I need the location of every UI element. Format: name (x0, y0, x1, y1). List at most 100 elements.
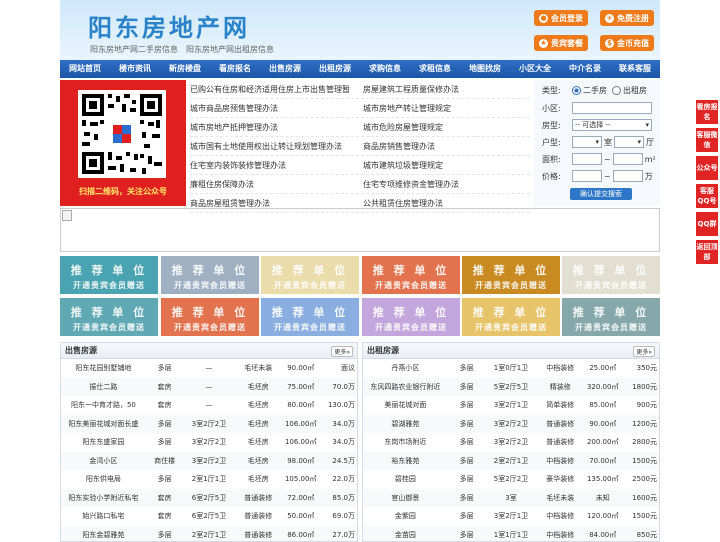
listing-row[interactable]: 振仕二路套房—毛坯房75.00㎡70.0万 (61, 378, 357, 397)
login-button[interactable]: ●会员登录 (534, 10, 588, 26)
listing-title[interactable]: 东风四路农业银行附近 (363, 382, 448, 392)
housetype-select[interactable]: -- 可选择 --▾ (572, 119, 652, 131)
room-select[interactable]: ▾ (572, 136, 602, 148)
listing-title[interactable]: 金湾小区 (61, 456, 146, 466)
listing-row[interactable]: 丹燕小区多层1室0厅1卫中档装修25.00㎡350元 (363, 359, 659, 378)
policy-link[interactable]: 廉租住房保障办法 (190, 179, 357, 190)
nav-news[interactable]: 楼市资讯 (110, 60, 160, 78)
ad-slot[interactable]: 推 荐 单 位开通贵宾会员赠送 (60, 298, 158, 336)
policy-link[interactable]: 住宅专项维修资金管理办法 (357, 179, 530, 190)
header-sub-sale[interactable]: 阳东房地产网二手房信息 (90, 44, 178, 55)
policy-link[interactable]: 城市建筑垃圾管理规定 (357, 160, 530, 171)
listing-row[interactable]: 东岗市场附近多层3室2厅2卫普通装修200.00㎡2800元 (363, 433, 659, 452)
listing-title[interactable]: 阳东实验小学附近私宅 (61, 493, 146, 503)
policy-link[interactable]: 城市房地产抵押管理办法 (190, 122, 357, 133)
sale-more-link[interactable]: 更多» (331, 346, 353, 357)
nav-communities[interactable]: 小区大全 (510, 60, 560, 78)
listing-title[interactable]: 始兴路口私宅 (61, 511, 146, 521)
community-input[interactable] (572, 102, 652, 114)
float-service-qq[interactable]: 客服QQ号 (696, 184, 718, 208)
nav-agencies[interactable]: 中介名录 (560, 60, 610, 78)
coin-recharge-button[interactable]: $金币充值 (600, 35, 654, 51)
policy-link[interactable]: 公共租赁住房管理办法 (357, 198, 530, 209)
listing-title[interactable]: 裕东雅苑 (363, 456, 448, 466)
radio-rental[interactable]: 出租房 (612, 85, 647, 96)
ad-slot[interactable]: 推 荐 单 位开通贵宾会员赠送 (562, 298, 660, 336)
policy-link[interactable]: 商品房屋租赁管理办法 (190, 198, 357, 209)
listing-row[interactable]: 阳东花园别墅铺地多层—毛坯未装90.00㎡面议 (61, 359, 357, 378)
ad-slot[interactable]: 推 荐 单 位开通贵宾会员赠送 (161, 256, 259, 294)
listing-title[interactable]: 阳东东盛家园 (61, 437, 146, 447)
listing-row[interactable]: 阳东一中育才路，50套房—毛坯房80.00㎡130.0万 (61, 396, 357, 415)
listing-title[interactable]: 碧桂园 (363, 474, 448, 484)
ad-slot[interactable]: 推 荐 单 位开通贵宾会员赠送 (362, 298, 460, 336)
listing-title[interactable]: 阳东美丽花城对面长盛 (61, 419, 146, 429)
policy-link[interactable]: 商品房销售管理办法 (357, 141, 530, 152)
listing-title[interactable]: 美丽花城对面 (363, 400, 448, 410)
listing-title[interactable]: 阳东供电局 (61, 474, 146, 484)
ad-slot[interactable]: 推 荐 单 位开通贵宾会员赠送 (60, 256, 158, 294)
area-max-input[interactable] (613, 153, 643, 165)
nav-new-homes[interactable]: 新房楼盘 (160, 60, 210, 78)
listing-row[interactable]: 阳东美丽花城对面长盛多层3室2厅2卫毛坯房106.00㎡34.0万 (61, 415, 357, 434)
nav-for-sale[interactable]: 出售房源 (260, 60, 310, 78)
price-min-input[interactable] (572, 170, 602, 182)
policy-link[interactable]: 城市商品房预售管理办法 (190, 103, 357, 114)
listing-row[interactable]: 官山御景多层3室毛坯未装未知1600元 (363, 489, 659, 508)
listing-row[interactable]: 碧桂园多层5室2厅2卫豪华装修135.00㎡2500元 (363, 470, 659, 489)
nav-home[interactable]: 网站首页 (60, 60, 110, 78)
listing-row[interactable]: 碧湖雅苑多层3室2厅2卫普通装修90.00㎡1200元 (363, 415, 659, 434)
area-min-input[interactable] (572, 153, 602, 165)
nav-wanted-buy[interactable]: 求购信息 (360, 60, 410, 78)
listing-title[interactable]: 东岗市场附近 (363, 437, 448, 447)
nav-wanted-rent[interactable]: 求租信息 (410, 60, 460, 78)
hall-select[interactable]: ▾ (614, 136, 644, 148)
search-submit-button[interactable]: 确认提交搜索 (570, 188, 632, 200)
float-qq-group[interactable]: QQ群 (696, 212, 718, 236)
listing-row[interactable]: 阳东实验小学附近私宅套房6室2厅5卫普通装修72.00㎡85.0万 (61, 489, 357, 508)
listing-row[interactable]: 美丽花城对面多层3室2厅1卫简单装修85.00㎡900元 (363, 396, 659, 415)
site-logo[interactable]: 阳东房地产网 (88, 8, 250, 43)
listing-row[interactable]: 金湾小区商住楼3室2厅2卫毛坯房98.00㎡24.5万 (61, 452, 357, 471)
ad-slot[interactable]: 推 荐 单 位开通贵宾会员赠送 (261, 256, 359, 294)
nav-customer-service[interactable]: 联系客服 (610, 60, 660, 78)
register-button[interactable]: +免费注册 (600, 10, 654, 26)
float-viewing-signup[interactable]: 看房报名 (696, 100, 718, 124)
header-sub-rent[interactable]: 阳东房地产网出租房信息 (186, 44, 274, 55)
listing-title[interactable]: 碧湖雅苑 (363, 419, 448, 429)
float-official-account[interactable]: 公众号 (696, 156, 718, 180)
radio-second-hand[interactable]: 二手房 (572, 85, 607, 96)
listing-row[interactable]: 阳东供电局多层2室1厅1卫毛坯房105.00㎡22.0万 (61, 470, 357, 489)
nav-map-search[interactable]: 地图找房 (460, 60, 510, 78)
listing-title[interactable]: 金苗园 (363, 530, 448, 540)
ad-slot[interactable]: 推 荐 单 位开通贵宾会员赠送 (462, 298, 560, 336)
listing-title[interactable]: 金紫园 (363, 511, 448, 521)
nav-viewing-signup[interactable]: 看房报名 (210, 60, 260, 78)
float-back-to-top[interactable]: 返回顶部 (696, 240, 718, 264)
listing-row[interactable]: 阳东东盛家园多层3室2厅2卫毛坯房106.00㎡34.0万 (61, 433, 357, 452)
policy-link[interactable]: 房屋建筑工程质量保修办法 (357, 84, 530, 95)
policy-link[interactable]: 城市国有土地使用权出让转让规划管理办法 (190, 141, 357, 152)
policy-link[interactable]: 城市危险房屋管理规定 (357, 122, 530, 133)
listing-row[interactable]: 金紫园多层3室2厅1卫中档装修120.00㎡1500元 (363, 507, 659, 526)
policy-link[interactable]: 住宅室内装饰装修管理办法 (190, 160, 357, 171)
ad-slot[interactable]: 推 荐 单 位开通贵宾会员赠送 (562, 256, 660, 294)
ad-slot[interactable]: 推 荐 单 位开通贵宾会员赠送 (362, 256, 460, 294)
policy-link[interactable]: 城市房地产转让管理规定 (357, 103, 530, 114)
rent-more-link[interactable]: 更多» (633, 346, 655, 357)
listing-row[interactable]: 裕东雅苑多层2室2厅1卫中档装修70.00㎡1500元 (363, 452, 659, 471)
ad-slot[interactable]: 推 荐 单 位开通贵宾会员赠送 (462, 256, 560, 294)
policy-link[interactable]: 已购公有住房和经济适用住房上市出售管理暂 (190, 84, 357, 95)
listing-title[interactable]: 阳东花园别墅铺地 (61, 363, 146, 373)
listing-row[interactable]: 始兴路口私宅套房6室2厅5卫普通装修50.00㎡69.0万 (61, 507, 357, 526)
listing-title[interactable]: 丹燕小区 (363, 363, 448, 373)
listing-title[interactable]: 阳东一中育才路，50 (61, 400, 146, 410)
listing-title[interactable]: 阳东金碧雅苑 (61, 530, 146, 540)
nav-for-rent[interactable]: 出租房源 (310, 60, 360, 78)
ad-slot[interactable]: 推 荐 单 位开通贵宾会员赠送 (261, 298, 359, 336)
vip-package-button[interactable]: ★贵宾套餐 (534, 35, 588, 51)
listing-title[interactable]: 官山御景 (363, 493, 448, 503)
ad-slot[interactable]: 推 荐 单 位开通贵宾会员赠送 (161, 298, 259, 336)
float-service-wechat[interactable]: 客服微信 (696, 128, 718, 152)
price-max-input[interactable] (613, 170, 643, 182)
